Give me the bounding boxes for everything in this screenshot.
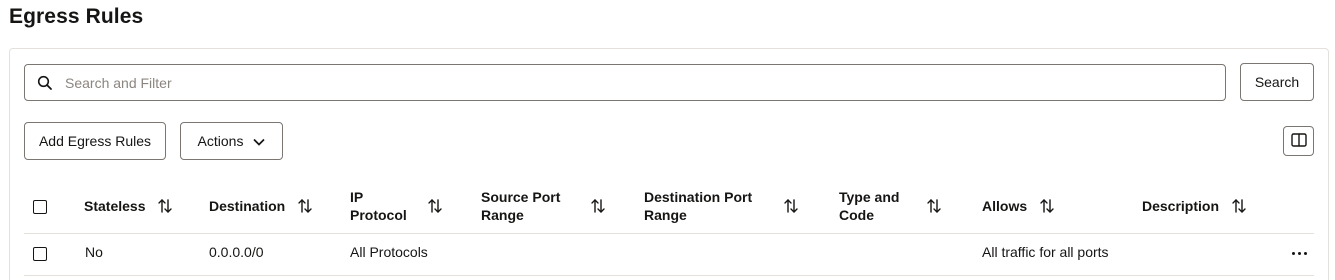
chevron-down-icon <box>253 133 266 149</box>
page-title: Egress Rules <box>9 5 144 28</box>
actions-button-label: Actions <box>197 133 244 149</box>
sort-icon[interactable] <box>157 198 173 214</box>
add-egress-rules-button[interactable]: Add Egress Rules <box>24 122 166 160</box>
column-header-stateless[interactable]: Stateless <box>84 197 173 215</box>
sort-icon[interactable] <box>590 198 606 214</box>
search-filter-box[interactable] <box>24 64 1226 101</box>
sort-icon[interactable] <box>783 198 799 214</box>
select-all-checkbox[interactable] <box>33 200 47 214</box>
column-header-source-port-range[interactable]: Source Port Range <box>481 188 560 224</box>
column-header-ip-protocol[interactable]: IP Protocol <box>350 188 407 224</box>
more-actions-icon[interactable] <box>1289 246 1309 260</box>
column-header-type-and-code[interactable]: Type and Code <box>839 188 899 224</box>
cell-ip-protocol: All Protocols <box>350 244 428 260</box>
column-header-destination-port-range[interactable]: Destination Port Range <box>644 188 752 224</box>
actions-button[interactable]: Actions <box>180 122 283 160</box>
sort-icon[interactable] <box>1231 198 1247 214</box>
column-header-description[interactable]: Description <box>1142 197 1247 215</box>
manage-columns-button[interactable] <box>1283 126 1314 156</box>
column-header-destination[interactable]: Destination <box>209 197 313 215</box>
header-divider <box>24 233 1314 234</box>
cell-destination: 0.0.0.0/0 <box>209 244 264 260</box>
cell-allows: All traffic for all ports <box>982 244 1109 260</box>
sort-icon[interactable] <box>1039 198 1055 214</box>
row-select-checkbox[interactable] <box>33 247 47 261</box>
search-input[interactable] <box>65 66 1225 99</box>
cell-stateless: No <box>85 244 103 260</box>
search-button[interactable]: Search <box>1240 63 1314 101</box>
search-icon <box>25 65 65 100</box>
column-header-allows[interactable]: Allows <box>982 197 1055 215</box>
row-divider <box>24 275 1314 276</box>
columns-icon <box>1290 132 1307 150</box>
sort-icon[interactable] <box>926 198 942 214</box>
sort-icon[interactable] <box>297 198 313 214</box>
sort-icon[interactable] <box>427 198 443 214</box>
